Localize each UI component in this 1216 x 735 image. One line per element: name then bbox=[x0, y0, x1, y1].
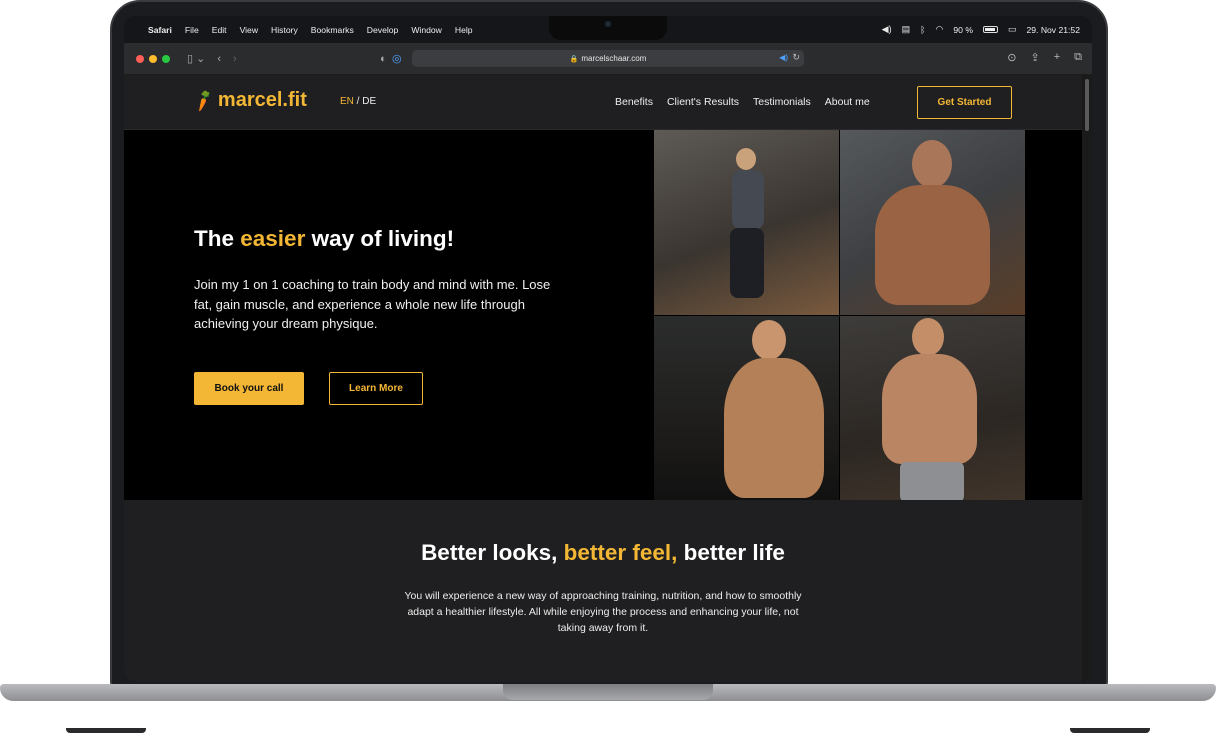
client-photo-1 bbox=[654, 130, 839, 315]
menu-bookmarks[interactable]: Bookmarks bbox=[311, 25, 354, 35]
hero-section: The easier way of living! Join my 1 on 1… bbox=[124, 130, 1082, 501]
sidebar-icon[interactable]: ▯ ⌄ bbox=[187, 52, 205, 65]
safari-toolbar: ▯ ⌄ ‹ › ◐ ◎ 🔒 marcelschaar.com ◀︎) ↻ ⊙ ⇪… bbox=[124, 43, 1092, 75]
book-call-button[interactable]: Book your call bbox=[194, 372, 304, 405]
forward-icon[interactable]: › bbox=[233, 53, 237, 65]
zoom-window-button[interactable] bbox=[162, 54, 170, 63]
photo-figure bbox=[912, 140, 952, 188]
nav-clients-results[interactable]: Client's Results bbox=[667, 96, 739, 108]
client-photo-grid bbox=[654, 130, 1026, 501]
lang-en-link[interactable]: EN bbox=[340, 96, 354, 107]
hero-title-highlight: easier bbox=[240, 226, 306, 251]
client-photo-2 bbox=[840, 130, 1025, 315]
battery-icon[interactable] bbox=[982, 26, 998, 33]
menu-edit[interactable]: Edit bbox=[212, 25, 227, 35]
menu-history[interactable]: History bbox=[271, 25, 298, 35]
extension-icon[interactable]: ◎ bbox=[392, 52, 402, 65]
audio-playing-icon[interactable]: ◀︎) bbox=[779, 53, 788, 62]
photo-figure bbox=[732, 170, 764, 230]
menubar-status: ◀︎) ▤ ᛒ ◠ 90 % ▭ 29. Nov 21:52 bbox=[882, 24, 1080, 35]
photo-figure bbox=[912, 318, 944, 356]
logo-text: marcel.fit bbox=[217, 89, 307, 111]
benefits-description: You will experience a new way of approac… bbox=[404, 590, 802, 634]
photo-figure bbox=[724, 358, 824, 498]
benefits-title-highlight: better feel, bbox=[563, 540, 678, 565]
nav-links: Benefits Client's Results Testimonials A… bbox=[615, 96, 870, 108]
battery-percent: 90 % bbox=[953, 24, 973, 35]
photo-figure bbox=[736, 148, 756, 170]
menu-window[interactable]: Window bbox=[411, 25, 442, 35]
lock-icon: 🔒 bbox=[569, 55, 579, 63]
lang-separator: / bbox=[353, 96, 363, 107]
new-tab-icon[interactable]: + bbox=[1054, 51, 1060, 64]
nav-testimonials[interactable]: Testimonials bbox=[753, 96, 811, 108]
laptop-opening-notch bbox=[503, 684, 713, 700]
minimize-window-button[interactable] bbox=[149, 54, 157, 63]
lang-de-link[interactable]: DE bbox=[362, 96, 376, 107]
wifi-icon[interactable]: ◠ bbox=[936, 24, 944, 35]
address-bar[interactable]: 🔒 marcelschaar.com ◀︎) ↻ bbox=[412, 50, 804, 67]
screen: Safari File Edit View History Bookmarks … bbox=[124, 16, 1092, 682]
scrollbar-thumb[interactable] bbox=[1085, 79, 1089, 131]
camera-icon bbox=[605, 21, 611, 27]
photo-figure bbox=[875, 185, 990, 305]
hero-title-post: way of living! bbox=[305, 226, 455, 251]
nav-about-me[interactable]: About me bbox=[825, 96, 870, 108]
hero-title-pre: The bbox=[194, 226, 241, 251]
camera-notch bbox=[549, 16, 667, 40]
control-center-icon[interactable]: ▭ bbox=[1008, 24, 1017, 35]
url-text: marcelschaar.com bbox=[581, 54, 647, 63]
menu-help[interactable]: Help bbox=[455, 25, 473, 35]
menu-view[interactable]: View bbox=[240, 25, 258, 35]
learn-more-button[interactable]: Learn More bbox=[329, 372, 423, 405]
language-switcher: EN / DE bbox=[340, 96, 376, 107]
client-photo-3 bbox=[654, 316, 839, 501]
benefits-intro-section: Better looks, better feel, better life Y… bbox=[124, 500, 1082, 682]
bluetooth-icon[interactable]: ᛒ bbox=[920, 25, 925, 35]
reload-icon[interactable]: ↻ bbox=[792, 52, 800, 63]
benefits-title-post: better life bbox=[677, 540, 785, 565]
photo-figure bbox=[882, 354, 977, 464]
menu-safari[interactable]: Safari bbox=[148, 25, 172, 35]
tab-overview-icon[interactable]: ⧉ bbox=[1074, 51, 1082, 64]
close-window-button[interactable] bbox=[136, 54, 144, 63]
photo-figure bbox=[730, 228, 764, 298]
back-icon[interactable]: ‹ bbox=[217, 53, 221, 65]
benefits-title: Better looks, better feel, better life bbox=[124, 540, 1082, 566]
site-navbar: 🥕 marcel.fit EN / DE Benefits Client's R… bbox=[124, 75, 1082, 130]
carrot-icon: 🥕 bbox=[191, 88, 218, 114]
toolbar-right: ⊙ ⇪ + ⧉ bbox=[1007, 51, 1082, 64]
hero-title: The easier way of living! bbox=[194, 226, 454, 252]
clock[interactable]: 29. Nov 21:52 bbox=[1026, 25, 1080, 35]
photo-figure bbox=[900, 462, 964, 501]
keyboard-icon[interactable]: ▤ bbox=[902, 24, 911, 35]
photo-figure bbox=[752, 320, 786, 360]
menu-develop[interactable]: Develop bbox=[367, 25, 399, 35]
benefits-title-pre: Better looks, bbox=[421, 540, 564, 565]
nav-benefits[interactable]: Benefits bbox=[615, 96, 653, 108]
hero-description: Join my 1 on 1 coaching to train body an… bbox=[194, 277, 551, 331]
laptop-foot-right bbox=[1070, 728, 1150, 733]
share-icon[interactable]: ⇪ bbox=[1030, 51, 1039, 64]
laptop-foot-left bbox=[66, 728, 146, 733]
client-photo-4 bbox=[840, 316, 1025, 501]
page-scrollbar[interactable] bbox=[1082, 75, 1092, 682]
menu-file[interactable]: File bbox=[185, 25, 199, 35]
get-started-button[interactable]: Get Started bbox=[917, 86, 1012, 119]
downloads-icon[interactable]: ⊙ bbox=[1007, 51, 1016, 64]
privacy-shield-icon[interactable]: ◐ bbox=[380, 53, 387, 65]
site-logo[interactable]: 🥕 marcel.fit bbox=[191, 89, 307, 114]
webpage: 🥕 marcel.fit EN / DE Benefits Client's R… bbox=[124, 75, 1082, 682]
volume-icon[interactable]: ◀︎) bbox=[882, 24, 892, 35]
